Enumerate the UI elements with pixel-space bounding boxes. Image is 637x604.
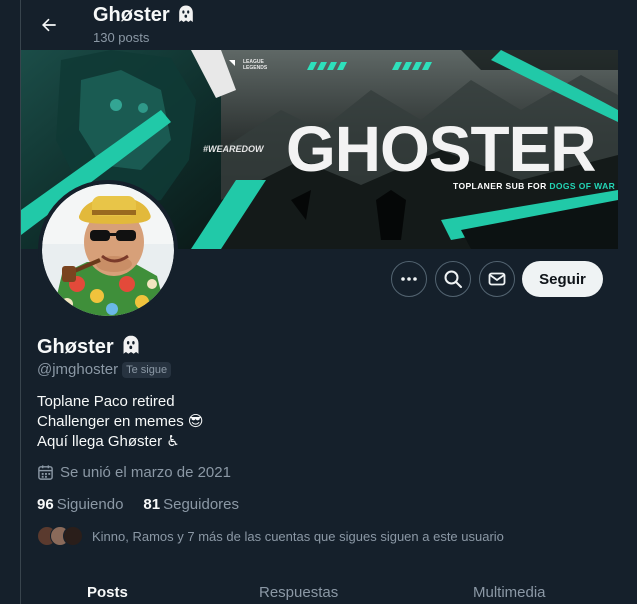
- profile-name: Ghøster: [37, 334, 142, 359]
- post-count: 130 posts: [93, 30, 150, 45]
- profile-name-text: Ghøster: [37, 336, 114, 358]
- handle-row: @jmghoster Te sigue: [37, 361, 172, 378]
- banner-logo: LEAGUE LEGENDS: [243, 59, 267, 71]
- profile-column: Ghøster 130 posts LEAGUE LEGENDS #WEARED…: [20, 0, 637, 604]
- back-arrow-icon: [42, 18, 56, 32]
- follow-counts: 96 Siguiendo 81 Seguidores: [37, 496, 259, 513]
- ghost-icon: [178, 5, 193, 22]
- calendar-icon: [38, 465, 53, 480]
- bio-line: Toplane Paco retired: [37, 393, 175, 410]
- profile-tabs: Posts Respuestas Multimedia: [21, 570, 637, 604]
- profile-handle: @jmghoster: [37, 361, 119, 378]
- tab-posts[interactable]: Posts: [87, 584, 128, 601]
- followers-label: Seguidores: [163, 496, 239, 513]
- tab-replies[interactable]: Respuestas: [259, 584, 338, 601]
- header-title: Ghøster: [93, 4, 196, 27]
- banner-subtitle-accent: DOGS OF WAR: [549, 181, 616, 191]
- ghost-icon: [123, 335, 139, 354]
- more-dots-icon: [401, 277, 417, 281]
- known-followers[interactable]: Kinno, Ramos y 7 más de las cuentas que …: [37, 526, 504, 546]
- search-button[interactable]: [435, 261, 471, 297]
- banner-hashtag: #WEAREDOW: [203, 144, 264, 154]
- join-date-text: Se unió el marzo de 2021: [60, 464, 231, 481]
- banner-subtitle: TOPLANER SUB FOR DOGS OF WAR: [453, 181, 615, 191]
- tab-media[interactable]: Multimedia: [473, 584, 546, 601]
- banner-logo-line2: LEGENDS: [243, 65, 268, 71]
- bio-line: Challenger en memes 😎: [37, 413, 204, 430]
- header-name: Ghøster: [93, 4, 170, 26]
- search-icon: [444, 270, 462, 288]
- following-label: Siguiendo: [56, 496, 124, 513]
- known-follower-avatar: [63, 526, 83, 546]
- followers-link[interactable]: 81 Seguidores: [143, 496, 239, 513]
- back-button[interactable]: [36, 12, 62, 38]
- banner-title: GHOSTER: [286, 113, 596, 185]
- follow-button[interactable]: Seguir: [522, 261, 603, 297]
- envelope-icon: [488, 272, 506, 286]
- join-date: Se unió el marzo de 2021: [37, 464, 231, 481]
- following-count: 96: [37, 496, 54, 513]
- profile-header: Ghøster 130 posts: [21, 0, 637, 50]
- more-button[interactable]: [391, 261, 427, 297]
- known-followers-text: Kinno, Ramos y 7 más de las cuentas que …: [92, 528, 504, 544]
- avatar[interactable]: [38, 180, 178, 320]
- bio-line: Aquí llega Ghøster ♿: [37, 433, 180, 450]
- follows-you-badge: Te sigue: [122, 361, 172, 378]
- message-button[interactable]: [479, 261, 515, 297]
- banner-subtitle-prefix: TOPLANER SUB FOR: [453, 181, 550, 191]
- followers-count: 81: [143, 496, 161, 513]
- avatar-image: [42, 184, 174, 316]
- following-link[interactable]: 96 Siguiendo: [37, 496, 123, 513]
- profile-bio: Toplane Paco retired Challenger en memes…: [37, 392, 204, 452]
